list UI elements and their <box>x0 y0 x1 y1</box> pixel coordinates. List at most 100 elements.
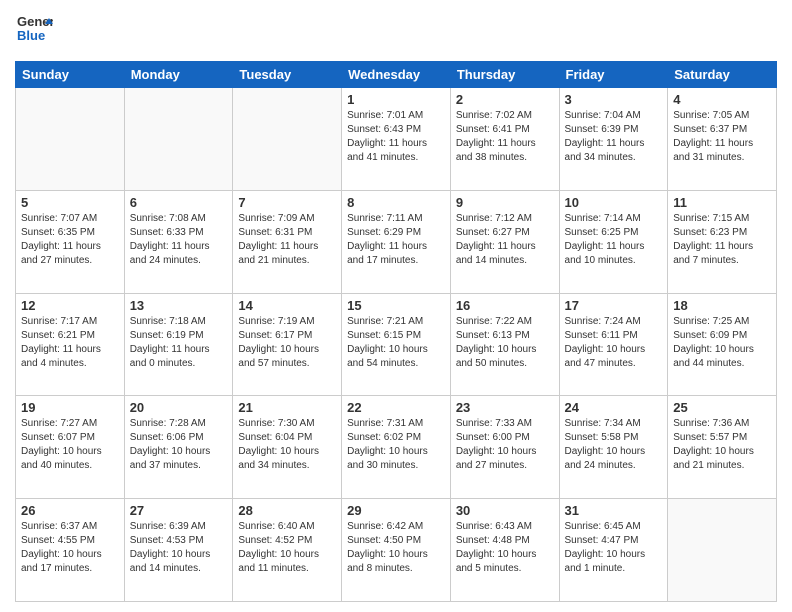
calendar-cell: 17Sunrise: 7:24 AMSunset: 6:11 PMDayligh… <box>559 293 668 396</box>
day-info: Sunrise: 7:19 AMSunset: 6:17 PMDaylight:… <box>238 315 336 371</box>
calendar-week-5: 26 Sunrise: 6:37 AMSunset: 4:55 PMDayligh… <box>16 499 777 602</box>
calendar-cell <box>233 88 342 191</box>
logo-icon: General Blue <box>15 10 53 48</box>
calendar-cell: 11 Sunrise: 7:15 AMSunset: 6:23 PMDayligh… <box>668 190 777 293</box>
day-number: 17 <box>565 298 663 313</box>
weekday-header-wednesday: Wednesday <box>342 62 451 88</box>
day-info: Sunrise: 7:11 AMSunset: 6:29 PMDaylight:… <box>347 212 445 268</box>
day-number: 27 <box>130 503 228 518</box>
day-number: 6 <box>130 195 228 210</box>
calendar-cell: 12Sunrise: 7:17 AMSunset: 6:21 PMDayligh… <box>16 293 125 396</box>
day-number: 20 <box>130 400 228 415</box>
day-number: 2 <box>456 92 554 107</box>
calendar-cell <box>16 88 125 191</box>
calendar-cell: 24Sunrise: 7:34 AMSunset: 5:58 PMDayligh… <box>559 396 668 499</box>
calendar-cell: 6 Sunrise: 7:08 AMSunset: 6:33 PMDaylight… <box>124 190 233 293</box>
day-info: Sunrise: 7:07 AMSunset: 6:35 PMDaylight:… <box>21 212 119 268</box>
day-info: Sunrise: 7:25 AMSunset: 6:09 PMDaylight:… <box>673 315 771 371</box>
day-info: Sunrise: 7:21 AMSunset: 6:15 PMDaylight:… <box>347 315 445 371</box>
day-number: 31 <box>565 503 663 518</box>
calendar-cell: 18 Sunrise: 7:25 AMSunset: 6:09 PMDayligh… <box>668 293 777 396</box>
calendar-cell: 15 Sunrise: 7:21 AMSunset: 6:15 PMDayligh… <box>342 293 451 396</box>
day-info: Sunrise: 6:45 AMSunset: 4:47 PMDaylight:… <box>565 520 663 576</box>
calendar-cell: 27 Sunrise: 6:39 AMSunset: 4:53 PMDayligh… <box>124 499 233 602</box>
svg-text:Blue: Blue <box>17 28 45 43</box>
calendar-cell: 25Sunrise: 7:36 AMSunset: 5:57 PMDayligh… <box>668 396 777 499</box>
header: General Blue <box>15 10 777 53</box>
day-info: Sunrise: 6:42 AMSunset: 4:50 PMDaylight:… <box>347 520 445 576</box>
day-info: Sunrise: 6:39 AMSunset: 4:53 PMDaylight:… <box>130 520 228 576</box>
day-number: 16 <box>456 298 554 313</box>
day-number: 26 <box>21 503 119 518</box>
day-info: Sunrise: 6:40 AMSunset: 4:52 PMDaylight:… <box>238 520 336 576</box>
day-number: 25 <box>673 400 771 415</box>
weekday-header-friday: Friday <box>559 62 668 88</box>
calendar-cell: 16Sunrise: 7:22 AMSunset: 6:13 PMDayligh… <box>450 293 559 396</box>
logo: General Blue <box>15 10 53 53</box>
day-number: 24 <box>565 400 663 415</box>
calendar-cell <box>668 499 777 602</box>
day-number: 29 <box>347 503 445 518</box>
calendar-cell: 22 Sunrise: 7:31 AMSunset: 6:02 PMDayligh… <box>342 396 451 499</box>
calendar-cell: 9 Sunrise: 7:12 AMSunset: 6:27 PMDaylight… <box>450 190 559 293</box>
weekday-header-tuesday: Tuesday <box>233 62 342 88</box>
day-number: 18 <box>673 298 771 313</box>
calendar-cell: 20 Sunrise: 7:28 AMSunset: 6:06 PMDayligh… <box>124 396 233 499</box>
calendar-cell: 26 Sunrise: 6:37 AMSunset: 4:55 PMDayligh… <box>16 499 125 602</box>
weekday-header-row: SundayMondayTuesdayWednesdayThursdayFrid… <box>16 62 777 88</box>
weekday-header-monday: Monday <box>124 62 233 88</box>
day-info: Sunrise: 7:04 AMSunset: 6:39 PMDaylight:… <box>565 109 663 165</box>
day-info: Sunrise: 7:08 AMSunset: 6:33 PMDaylight:… <box>130 212 228 268</box>
day-number: 9 <box>456 195 554 210</box>
calendar-cell: 30 Sunrise: 6:43 AMSunset: 4:48 PMDayligh… <box>450 499 559 602</box>
day-info: Sunrise: 6:37 AMSunset: 4:55 PMDaylight:… <box>21 520 119 576</box>
day-number: 22 <box>347 400 445 415</box>
day-number: 19 <box>21 400 119 415</box>
calendar-cell: 31 Sunrise: 6:45 AMSunset: 4:47 PMDayligh… <box>559 499 668 602</box>
page: General Blue SundayMondayTuesdayWednesda… <box>0 0 792 612</box>
day-number: 23 <box>456 400 554 415</box>
day-number: 1 <box>347 92 445 107</box>
day-number: 30 <box>456 503 554 518</box>
calendar-cell: 13Sunrise: 7:18 AMSunset: 6:19 PMDayligh… <box>124 293 233 396</box>
calendar-week-2: 5 Sunrise: 7:07 AMSunset: 6:35 PMDaylight… <box>16 190 777 293</box>
day-info: Sunrise: 7:28 AMSunset: 6:06 PMDaylight:… <box>130 417 228 473</box>
day-number: 14 <box>238 298 336 313</box>
calendar-cell: 5 Sunrise: 7:07 AMSunset: 6:35 PMDaylight… <box>16 190 125 293</box>
calendar-cell: 3 Sunrise: 7:04 AMSunset: 6:39 PMDaylight… <box>559 88 668 191</box>
day-info: Sunrise: 6:43 AMSunset: 4:48 PMDaylight:… <box>456 520 554 576</box>
weekday-header-saturday: Saturday <box>668 62 777 88</box>
calendar-cell: 23Sunrise: 7:33 AMSunset: 6:00 PMDayligh… <box>450 396 559 499</box>
day-number: 8 <box>347 195 445 210</box>
day-info: Sunrise: 7:02 AMSunset: 6:41 PMDaylight:… <box>456 109 554 165</box>
calendar-week-4: 19 Sunrise: 7:27 AMSunset: 6:07 PMDayligh… <box>16 396 777 499</box>
calendar-cell <box>124 88 233 191</box>
day-info: Sunrise: 7:15 AMSunset: 6:23 PMDaylight:… <box>673 212 771 268</box>
day-info: Sunrise: 7:14 AMSunset: 6:25 PMDaylight:… <box>565 212 663 268</box>
calendar-cell: 19 Sunrise: 7:27 AMSunset: 6:07 PMDayligh… <box>16 396 125 499</box>
day-number: 11 <box>673 195 771 210</box>
calendar-cell: 1Sunrise: 7:01 AMSunset: 6:43 PMDaylight… <box>342 88 451 191</box>
day-info: Sunrise: 7:31 AMSunset: 6:02 PMDaylight:… <box>347 417 445 473</box>
day-number: 10 <box>565 195 663 210</box>
day-number: 3 <box>565 92 663 107</box>
calendar-table: SundayMondayTuesdayWednesdayThursdayFrid… <box>15 61 777 602</box>
calendar-week-3: 12Sunrise: 7:17 AMSunset: 6:21 PMDayligh… <box>16 293 777 396</box>
calendar-cell: 7Sunrise: 7:09 AMSunset: 6:31 PMDaylight… <box>233 190 342 293</box>
calendar-cell: 2 Sunrise: 7:02 AMSunset: 6:41 PMDaylight… <box>450 88 559 191</box>
calendar-cell: 4 Sunrise: 7:05 AMSunset: 6:37 PMDaylight… <box>668 88 777 191</box>
day-number: 28 <box>238 503 336 518</box>
weekday-header-thursday: Thursday <box>450 62 559 88</box>
day-number: 4 <box>673 92 771 107</box>
day-number: 5 <box>21 195 119 210</box>
weekday-header-sunday: Sunday <box>16 62 125 88</box>
day-info: Sunrise: 7:30 AMSunset: 6:04 PMDaylight:… <box>238 417 336 473</box>
day-number: 15 <box>347 298 445 313</box>
day-info: Sunrise: 7:27 AMSunset: 6:07 PMDaylight:… <box>21 417 119 473</box>
day-number: 21 <box>238 400 336 415</box>
day-info: Sunrise: 7:05 AMSunset: 6:37 PMDaylight:… <box>673 109 771 165</box>
day-info: Sunrise: 7:12 AMSunset: 6:27 PMDaylight:… <box>456 212 554 268</box>
day-info: Sunrise: 7:09 AMSunset: 6:31 PMDaylight:… <box>238 212 336 268</box>
calendar-cell: 21 Sunrise: 7:30 AMSunset: 6:04 PMDayligh… <box>233 396 342 499</box>
calendar-cell: 10 Sunrise: 7:14 AMSunset: 6:25 PMDayligh… <box>559 190 668 293</box>
